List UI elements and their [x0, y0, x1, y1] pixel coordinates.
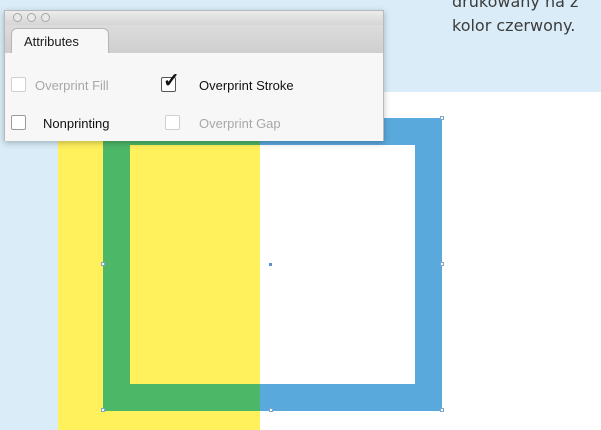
- selection-handle-middle-left[interactable]: [101, 262, 105, 266]
- page-background-left: [0, 92, 58, 430]
- overprint-overlap-left: [103, 118, 130, 411]
- caption-line-1: drukowany na z: [452, 0, 579, 11]
- center-point: [269, 263, 272, 266]
- overprint-gap-checkbox[interactable]: [165, 115, 180, 130]
- minimize-icon[interactable]: [27, 13, 36, 22]
- selection-handle-bottom-center[interactable]: [269, 408, 273, 412]
- panel-body: Overprint Fill ✓ Overprint Stroke Nonpri…: [5, 53, 383, 141]
- overprint-stroke-label: Overprint Stroke: [199, 78, 294, 93]
- selection-handle-bottom-right[interactable]: [440, 408, 444, 412]
- selection-handle-middle-right[interactable]: [440, 262, 444, 266]
- zoom-icon[interactable]: [41, 13, 50, 22]
- tab-attributes[interactable]: Attributes: [11, 28, 109, 54]
- selection-handle-bottom-left[interactable]: [101, 408, 105, 412]
- overprint-fill-label: Overprint Fill: [35, 78, 109, 93]
- nonprinting-checkbox[interactable]: [11, 115, 26, 130]
- overprint-gap-label: Overprint Gap: [199, 116, 281, 131]
- overprint-stroke-checkbox[interactable]: ✓: [161, 71, 180, 92]
- overprint-fill-option[interactable]: Overprint Fill: [11, 77, 151, 95]
- overprint-gap-option[interactable]: Overprint Gap: [165, 115, 365, 133]
- selection-handle-top-right[interactable]: [440, 116, 444, 120]
- caption-line-2: kolor czerwony.: [452, 16, 576, 35]
- overprint-fill-checkbox[interactable]: [11, 77, 26, 92]
- checkmark-icon: ✓: [163, 70, 180, 92]
- close-icon[interactable]: [13, 13, 22, 22]
- overprint-overlap-bottom: [103, 384, 260, 411]
- overprint-stroke-option[interactable]: ✓ Overprint Stroke: [161, 71, 361, 95]
- caption-text: drukowany na z kolor czerwony.: [452, 0, 601, 38]
- nonprinting-label: Nonprinting: [43, 116, 110, 131]
- attributes-panel: Attributes Overprint Fill ✓ Overprint St…: [4, 10, 384, 141]
- panel-titlebar[interactable]: [5, 11, 383, 26]
- nonprinting-option[interactable]: Nonprinting: [11, 115, 151, 133]
- square-interior: [260, 145, 415, 384]
